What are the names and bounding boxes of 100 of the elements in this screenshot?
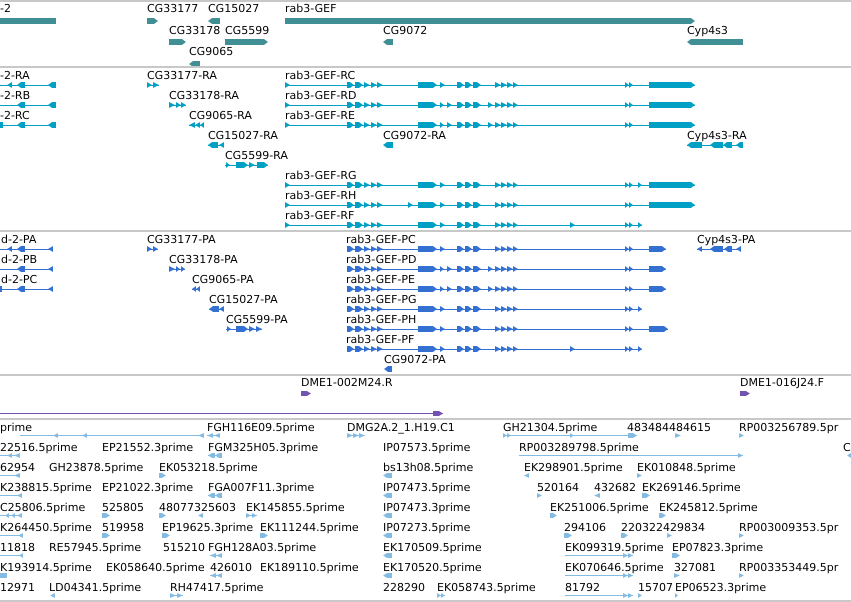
transcript-name: rab3-GEF-RC <box>285 69 356 82</box>
est-name: K264450.5prime <box>0 521 92 534</box>
protein-name: rab3-GEF-PG <box>346 293 417 306</box>
est-name: 12971 <box>0 581 35 594</box>
transcript-name: rab3-GEF-RE <box>285 109 355 122</box>
est-name: 22516.5prime <box>0 441 78 454</box>
transcript-name: CG9065-RA <box>189 109 252 122</box>
protein-name: CG15027-PA <box>209 293 278 306</box>
est-name: 483484484615 <box>627 421 711 434</box>
est-name: RP003289798.5prime <box>519 441 639 454</box>
gene-name: CG33177 <box>147 2 198 15</box>
est-name: 520164 <box>537 481 579 494</box>
est-name: EK170520.5prime <box>383 561 482 574</box>
est-name: 81792 <box>565 581 600 594</box>
est-name: RE57945.5prime <box>49 541 142 554</box>
est-name: 294106 <box>564 521 606 534</box>
transcript-name: Cyp4s3-RA <box>687 129 747 142</box>
protein-name: rab3-GEF-PC <box>346 233 416 246</box>
est-name: 62954 <box>0 461 35 474</box>
protein-name: d-2-PA <box>1 233 36 246</box>
est-name: EP19625.3prime <box>162 521 254 534</box>
est-name: K238815.5prime <box>0 481 92 494</box>
est-name: DMG2A.2_1.H19.C1 <box>347 421 455 434</box>
est-name: EK251006.5prime <box>550 501 649 514</box>
protein-name: CG33177-PA <box>147 233 216 246</box>
est-name: EK053218.5prime <box>159 461 258 474</box>
est-name: IP07473.5prime <box>383 481 470 494</box>
transcript-name: CG9072-RA <box>383 129 446 142</box>
est-name: 327081 <box>674 561 716 574</box>
est-name: EP06523.3prime <box>675 581 766 594</box>
gene-name: CG9065 <box>189 45 234 58</box>
est-name: FGM325H05.3prime <box>208 441 318 454</box>
clone-name: DME1-002M24.R <box>301 376 393 389</box>
est-name: EK111244.5prime <box>260 521 359 534</box>
transcript-name: -2-RC <box>0 109 30 122</box>
est-name: FGH116E09.5prime <box>207 421 315 434</box>
est-name: 220322429834 <box>621 521 705 534</box>
gene-name: rab3-GEF <box>285 2 336 15</box>
est-name: 11818 <box>0 541 35 554</box>
gene-name: CG5599 <box>225 24 270 37</box>
protein-name: Cyp4s3-PA <box>697 233 756 246</box>
est-name: EK070646.5prime <box>565 561 664 574</box>
est-name: EK145855.5prime <box>246 501 345 514</box>
est-name: EK058743.5prime <box>437 581 536 594</box>
protein-name: d-2-PC <box>1 273 38 286</box>
protein-name: CG9072-PA <box>384 353 446 366</box>
est-name: K193914.5prime <box>0 561 92 574</box>
est-name: LD04341.5prime <box>49 581 142 594</box>
est-name: C25806.5prime <box>0 501 86 514</box>
clone-name: DME1-016J24.F <box>740 376 824 389</box>
est-name: IP07473.3prime <box>383 501 470 514</box>
est-name: RP003256789.5pr <box>739 421 838 434</box>
est-name: EK298901.5prime <box>524 461 623 474</box>
est-name: 228290 <box>383 581 425 594</box>
protein-name: d-2-PB <box>1 253 38 266</box>
est-name: 525805 <box>102 501 144 514</box>
transcript-name: rab3-GEF-RF <box>285 209 354 222</box>
est-name: RP003009353.5pr <box>739 521 838 534</box>
gene-name: CG15027 <box>208 2 260 15</box>
protein-name: CG33178-PA <box>169 253 238 266</box>
est-name: RH47417.5prime <box>170 581 264 594</box>
est-name: RP003353449.5pr <box>739 561 838 574</box>
transcript-name: rab3-GEF-RH <box>285 189 356 202</box>
est-name: EP21022.3prime <box>102 481 194 494</box>
est-name: 519958 <box>102 521 144 534</box>
protein-name: CG9065-PA <box>192 273 254 286</box>
est-name: 515210 <box>163 541 205 554</box>
est-name: 426010 <box>210 561 252 574</box>
est-name: prime <box>0 421 32 434</box>
transcript-name: -2-RA <box>0 69 30 82</box>
est-name: GH23878.5prime <box>49 461 144 474</box>
protein-name: rab3-GEF-PD <box>346 253 416 266</box>
gene-name: Cyp4s3 <box>687 24 728 37</box>
est-name: bs13h08.5prime <box>383 461 474 474</box>
est-name: 48077325603 <box>159 501 236 514</box>
transcript-name: -2-RB <box>0 89 30 102</box>
gene-name: -2 <box>0 2 11 15</box>
protein-name: rab3-GEF-PH <box>346 313 416 326</box>
est-name: 432682 <box>594 481 636 494</box>
est-name: EK189110.5prime <box>260 561 359 574</box>
transcript-name: CG15027-RA <box>208 129 278 142</box>
est-name: EP21552.3prime <box>102 441 194 454</box>
transcript-name: CG33177-RA <box>147 69 217 82</box>
est-name: 15707 <box>638 581 673 594</box>
est-name: EK269146.5prime <box>642 481 741 494</box>
est-name: GH21304.5prime <box>503 421 598 434</box>
est-name: EK010848.5prime <box>637 461 736 474</box>
est-name: EP07823.3prime <box>672 541 764 554</box>
protein-name: CG5599-PA <box>226 313 288 326</box>
transcript-name: rab3-GEF-RD <box>285 89 356 102</box>
est-name: EK170509.5prime <box>383 541 482 554</box>
est-name: EK099319.5prime <box>565 541 664 554</box>
est-name: IP07273.5prime <box>383 521 470 534</box>
transcript-name: rab3-GEF-RG <box>285 169 357 182</box>
transcript-name: CG33178-RA <box>169 89 239 102</box>
est-name: FGA007F11.3prime <box>208 481 314 494</box>
est-name: IP07573.5prime <box>383 441 470 454</box>
est-name: FGH128A03.5prime <box>208 541 316 554</box>
est-name: EK058640.5prime <box>106 561 205 574</box>
est-name: C <box>843 441 851 454</box>
